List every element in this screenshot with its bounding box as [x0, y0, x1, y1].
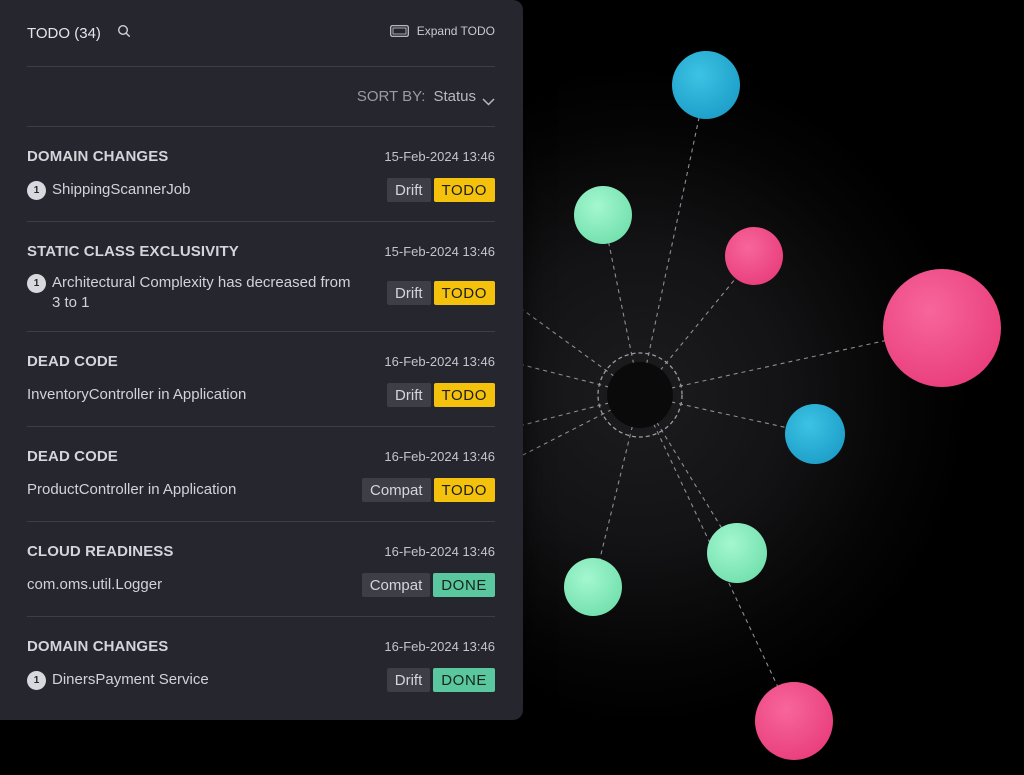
- item-category: CLOUD READINESS: [27, 543, 174, 560]
- sort-value: Status: [433, 88, 476, 105]
- graph-node: [672, 51, 740, 119]
- item-tags: Drift TODO: [387, 178, 495, 202]
- item-description-text: ProductController in Application: [27, 481, 237, 498]
- expand-todo-label: Expand TODO: [416, 24, 495, 38]
- item-description: ProductController in Application: [27, 480, 236, 500]
- item-date: 16-Feb-2024 13:46: [384, 354, 495, 369]
- screen: TODO (34) Expand TODO SORT BY: Status DO…: [0, 0, 1024, 775]
- todo-item[interactable]: CLOUD READINESS 16-Feb-2024 13:46 com.om…: [27, 543, 495, 603]
- divider: [27, 521, 495, 522]
- item-category: DOMAIN CHANGES: [27, 148, 169, 165]
- chevron-down-icon: [482, 93, 495, 106]
- todo-item[interactable]: STATIC CLASS EXCLUSIVITY 15-Feb-2024 13:…: [27, 243, 495, 321]
- type-tag[interactable]: Compat: [361, 573, 431, 597]
- type-tag[interactable]: Compat: [362, 478, 431, 502]
- sort-control: SORT BY: Status: [356, 88, 495, 106]
- graph-node: [785, 404, 845, 464]
- todo-panel: TODO (34) Expand TODO SORT BY: Status DO…: [0, 0, 523, 720]
- status-tag[interactable]: TODO: [433, 478, 495, 502]
- panel-title: TODO (34): [27, 25, 101, 42]
- item-description-text: InventoryController in Application: [27, 386, 247, 403]
- todo-item[interactable]: DOMAIN CHANGES 15-Feb-2024 13:46 1 Shipp…: [27, 148, 495, 208]
- item-description-text: Architectural Complexity has decreased f…: [52, 274, 351, 311]
- item-tags: Drift TODO: [387, 383, 495, 407]
- graph-node: [564, 558, 622, 616]
- sort-label: SORT BY:: [356, 88, 426, 105]
- item-tags: Compat TODO: [362, 478, 495, 502]
- graph-node: [707, 523, 767, 583]
- type-tag[interactable]: Drift: [387, 178, 431, 202]
- item-tags: Drift TODO: [387, 281, 495, 305]
- type-tag[interactable]: Drift: [387, 281, 431, 305]
- status-tag[interactable]: TODO: [433, 178, 495, 202]
- type-tag[interactable]: Drift: [386, 668, 431, 692]
- count-badge: 1: [27, 671, 46, 690]
- item-category: DOMAIN CHANGES: [27, 638, 169, 655]
- graph-node: [883, 269, 1001, 387]
- divider: [27, 616, 495, 617]
- count-badge: 1: [27, 274, 46, 293]
- item-category: DEAD CODE: [27, 448, 118, 465]
- item-date: 16-Feb-2024 13:46: [384, 544, 495, 559]
- item-description: 1 Architectural Complexity has decreased…: [27, 273, 352, 313]
- graph-node: [725, 227, 783, 285]
- item-description: 1 ShippingScannerJob: [27, 180, 190, 200]
- item-date: 16-Feb-2024 13:46: [384, 449, 495, 464]
- item-category: STATIC CLASS EXCLUSIVITY: [27, 243, 239, 260]
- item-tags: Drift DONE: [386, 668, 495, 692]
- divider: [27, 66, 495, 67]
- graph-node: [755, 682, 833, 760]
- panel-header: TODO (34) Expand TODO: [27, 18, 495, 48]
- graph-edges: [522, 84, 943, 722]
- item-description: com.oms.util.Logger: [27, 575, 162, 595]
- divider: [27, 331, 495, 332]
- status-tag[interactable]: DONE: [433, 668, 495, 692]
- todo-item[interactable]: DEAD CODE 16-Feb-2024 13:46 ProductContr…: [27, 448, 495, 508]
- search-icon[interactable]: [117, 24, 131, 38]
- item-date: 15-Feb-2024 13:46: [384, 149, 495, 164]
- type-tag[interactable]: Drift: [387, 383, 431, 407]
- item-description: 1 DinersPayment Service: [27, 670, 209, 690]
- item-tags: Compat DONE: [361, 573, 495, 597]
- item-description: InventoryController in Application: [27, 385, 246, 405]
- hub-node: [607, 362, 673, 428]
- item-category: DEAD CODE: [27, 353, 118, 370]
- todo-item[interactable]: DEAD CODE 16-Feb-2024 13:46 InventoryCon…: [27, 353, 495, 413]
- todo-item[interactable]: DOMAIN CHANGES 16-Feb-2024 13:46 1 Diner…: [27, 638, 495, 698]
- status-tag[interactable]: DONE: [433, 573, 495, 597]
- expand-icon: [389, 25, 409, 37]
- status-tag[interactable]: TODO: [433, 383, 495, 407]
- item-description-text: DinersPayment Service: [52, 671, 209, 688]
- divider: [27, 426, 495, 427]
- divider: [27, 126, 495, 127]
- sort-dropdown[interactable]: Status: [433, 88, 495, 106]
- expand-todo-button[interactable]: Expand TODO: [389, 23, 495, 39]
- count-badge: 1: [27, 181, 46, 200]
- item-date: 16-Feb-2024 13:46: [384, 639, 495, 654]
- item-date: 15-Feb-2024 13:46: [384, 244, 495, 259]
- graph-node: [574, 186, 632, 244]
- item-description-text: com.oms.util.Logger: [27, 576, 163, 593]
- status-tag[interactable]: TODO: [433, 281, 495, 305]
- divider: [27, 221, 495, 222]
- item-description-text: ShippingScannerJob: [52, 181, 191, 198]
